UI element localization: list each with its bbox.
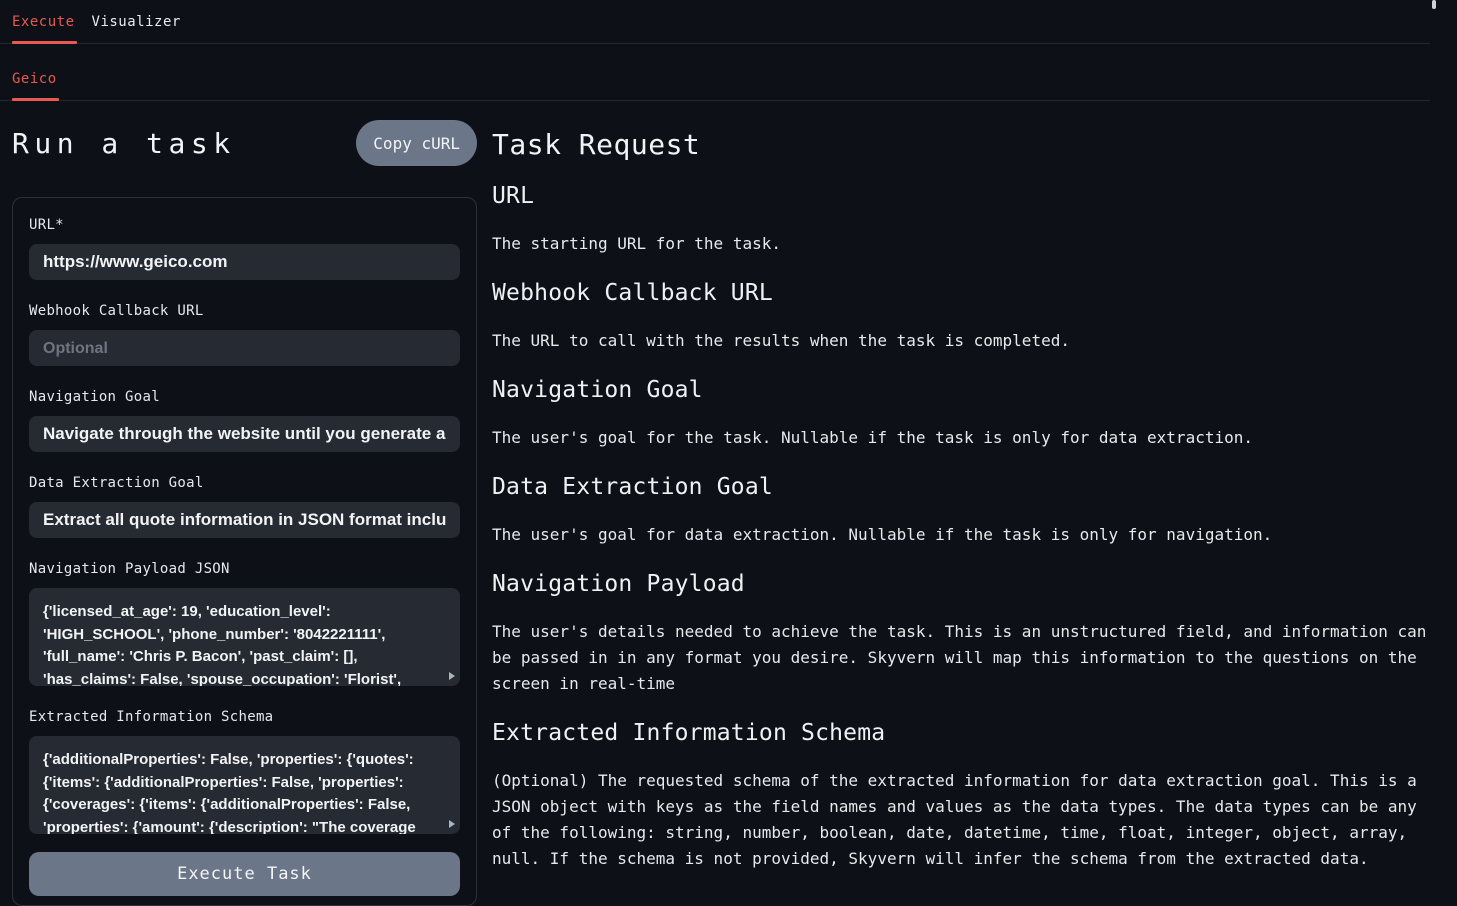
webhook-callback-url-input[interactable] (29, 330, 460, 366)
doc-description-data-extraction-goal: The user's goal for data extraction. Nul… (492, 522, 1430, 548)
tab-visualizer[interactable]: Visualizer (92, 0, 181, 43)
task-form-card: URL* Webhook Callback URL Navigation Goa… (12, 197, 477, 906)
navigation-payload-wrap: {'licensed_at_age': 19, 'education_level… (29, 588, 460, 686)
navigation-goal-input[interactable] (29, 416, 460, 452)
doc-description-url: The starting URL for the task. (492, 231, 1430, 257)
doc-description-webhook-callback-url: The URL to call with the results when th… (492, 328, 1430, 354)
task-request-title: Task Request (492, 130, 1430, 160)
doc-heading-navigation-payload: Navigation Payload (492, 572, 1430, 596)
url-field-group: URL* (29, 217, 460, 280)
url-label: URL* (29, 217, 460, 233)
page-title: Run a task (12, 127, 236, 160)
doc-heading-webhook-callback-url: Webhook Callback URL (492, 281, 1430, 305)
doc-section-extracted-information-schema: Extracted Information Schema (Optional) … (492, 721, 1430, 872)
webhook-callback-url-label: Webhook Callback URL (29, 303, 460, 319)
scrollbar-thumb[interactable] (1432, 0, 1436, 9)
copy-curl-button[interactable]: Copy cURL (356, 120, 477, 166)
main-tabbar: Execute Visualizer (0, 0, 1430, 44)
execute-task-button[interactable]: Execute Task (29, 852, 460, 896)
doc-section-navigation-goal: Navigation Goal The user's goal for the … (492, 378, 1430, 451)
doc-heading-data-extraction-goal: Data Extraction Goal (492, 475, 1430, 499)
doc-heading-url: URL (492, 184, 1430, 208)
run-task-panel: Run a task Copy cURL URL* Webhook Callba… (12, 101, 477, 906)
doc-section-navigation-payload: Navigation Payload The user's details ne… (492, 572, 1430, 697)
run-task-header: Run a task Copy cURL (12, 120, 477, 166)
navigation-goal-label: Navigation Goal (29, 389, 460, 405)
navigation-goal-field-group: Navigation Goal (29, 389, 460, 452)
doc-section-data-extraction-goal: Data Extraction Goal The user's goal for… (492, 475, 1430, 548)
task-request-docs: Task Request URL The starting URL for th… (477, 101, 1430, 906)
doc-heading-navigation-goal: Navigation Goal (492, 378, 1430, 402)
data-extraction-goal-input[interactable] (29, 502, 460, 538)
webhook-field-group: Webhook Callback URL (29, 303, 460, 366)
doc-description-extracted-information-schema: (Optional) The requested schema of the e… (492, 768, 1430, 872)
doc-description-navigation-payload: The user's details needed to achieve the… (492, 619, 1430, 697)
tab-execute[interactable]: Execute (12, 0, 75, 43)
schema-field-group: Extracted Information Schema {'additiona… (29, 709, 460, 834)
main-content: Run a task Copy cURL URL* Webhook Callba… (0, 101, 1457, 906)
doc-section-url: URL The starting URL for the task. (492, 184, 1430, 257)
navigation-payload-textarea[interactable]: {'licensed_at_age': 19, 'education_level… (29, 588, 460, 686)
data-extraction-goal-label: Data Extraction Goal (29, 475, 460, 491)
data-extraction-goal-field-group: Data Extraction Goal (29, 475, 460, 538)
resize-handle-icon[interactable] (449, 820, 455, 828)
navigation-payload-field-group: Navigation Payload JSON {'licensed_at_ag… (29, 561, 460, 686)
resize-handle-icon[interactable] (449, 672, 455, 680)
schema-wrap: {'additionalProperties': False, 'propert… (29, 736, 460, 834)
url-input[interactable] (29, 244, 460, 280)
doc-section-webhook-callback-url: Webhook Callback URL The URL to call wit… (492, 281, 1430, 354)
target-tabbar: Geico (0, 44, 1430, 101)
navigation-payload-label: Navigation Payload JSON (29, 561, 460, 577)
doc-description-navigation-goal: The user's goal for the task. Nullable i… (492, 425, 1430, 451)
extracted-information-schema-label: Extracted Information Schema (29, 709, 460, 725)
doc-heading-extracted-information-schema: Extracted Information Schema (492, 721, 1430, 745)
tab-geico[interactable]: Geico (12, 44, 57, 100)
extracted-information-schema-textarea[interactable]: {'additionalProperties': False, 'propert… (29, 736, 460, 834)
